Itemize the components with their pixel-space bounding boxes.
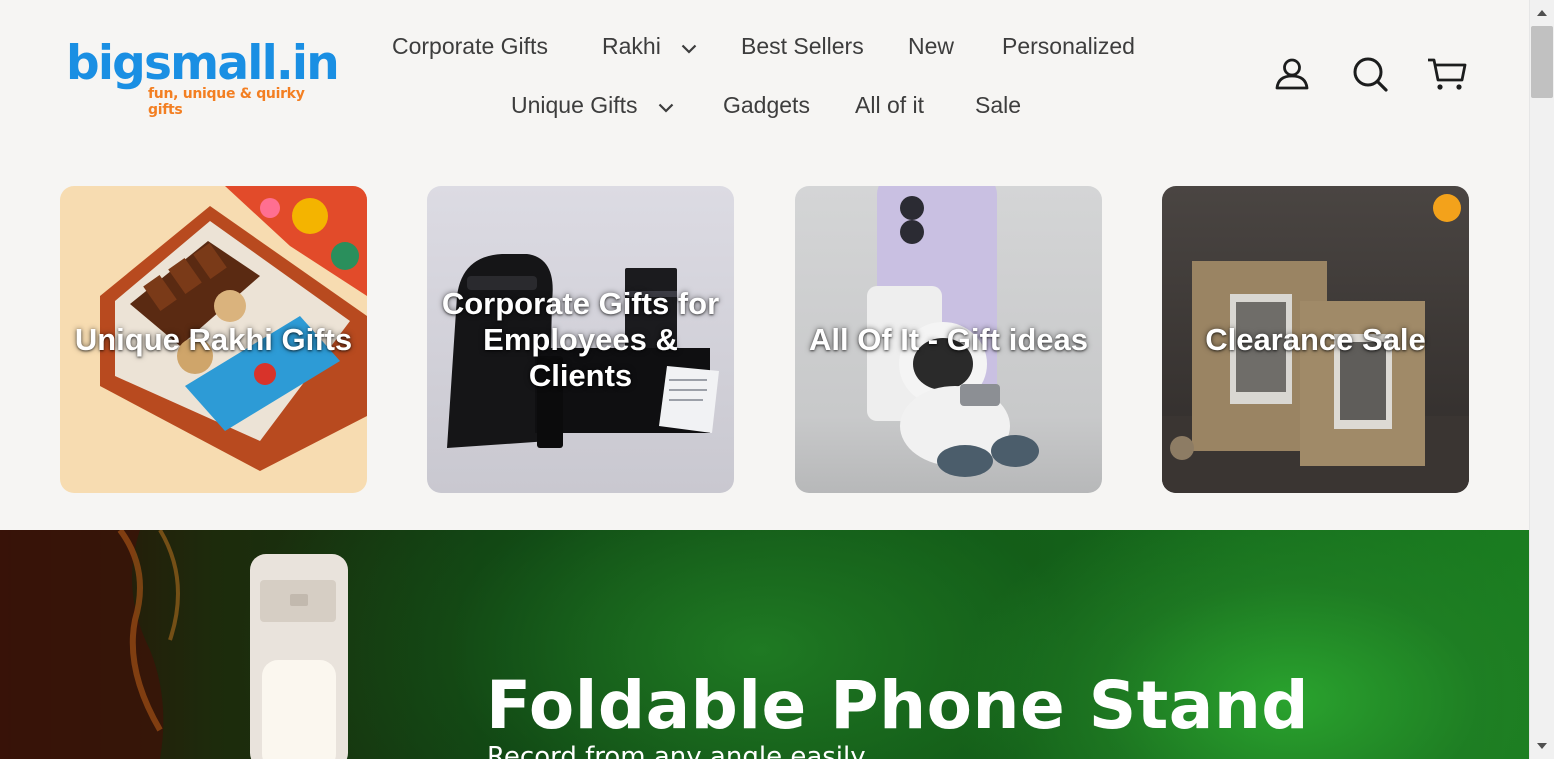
nav-item-new[interactable]: New — [908, 32, 954, 60]
nav-item-unique-gifts[interactable]: Unique Gifts — [511, 91, 674, 119]
category-title: Unique Rakhi Gifts — [74, 321, 353, 357]
hero-title: Foldable Phone Stand — [486, 667, 1310, 744]
category-title: All Of It - Gift ideas — [808, 321, 1088, 357]
nav-item-gadgets[interactable]: Gadgets — [723, 91, 810, 119]
nav-label: Gadgets — [723, 92, 810, 118]
nav-label: All of it — [855, 92, 925, 118]
nav-item-sale[interactable]: Sale — [975, 91, 1021, 119]
nav-label: New — [908, 33, 955, 59]
nav-item-best-sellers[interactable]: Best Sellers — [741, 32, 864, 60]
nav-label: Sale — [975, 92, 1022, 118]
nav-label: Unique Gifts — [511, 92, 638, 118]
category-tile-all-of-it[interactable]: All Of It - Gift ideas — [795, 186, 1102, 493]
brand-name: bigsmall.in — [66, 36, 340, 91]
category-tile-corporate-gifts[interactable]: Corporate Gifts for Employees & Clients — [427, 186, 734, 493]
nav-item-all-of-it[interactable]: All of it — [855, 91, 924, 119]
nav-label: Personalized — [1002, 33, 1135, 59]
hero-subtitle: Record from any angle easily — [487, 742, 866, 759]
nav-item-personalized[interactable]: Personalized — [1002, 32, 1135, 60]
brand-logo[interactable]: bigsmall.in fun, unique & quirky gifts — [66, 36, 340, 119]
hero-banner[interactable]: Foldable Phone Stand Record from any ang… — [0, 530, 1529, 759]
scroll-down-arrow-icon[interactable] — [1536, 741, 1548, 751]
nav-label: Rakhi — [602, 33, 661, 59]
category-title: Corporate Gifts for Employees & Clients — [441, 285, 720, 393]
cart-icon[interactable] — [1427, 54, 1467, 94]
nav-label: Corporate Gifts — [392, 33, 548, 59]
chevron-down-icon — [658, 91, 674, 119]
category-title: Clearance Sale — [1205, 321, 1426, 357]
chevron-down-icon — [681, 32, 697, 60]
search-icon[interactable] — [1350, 54, 1390, 94]
nav-label: Best Sellers — [741, 33, 864, 59]
nav-item-corporate-gifts[interactable]: Corporate Gifts — [392, 32, 548, 60]
page-scrollbar[interactable] — [1529, 0, 1554, 759]
nav-item-rakhi[interactable]: Rakhi — [602, 32, 697, 60]
scroll-up-arrow-icon[interactable] — [1536, 8, 1548, 18]
phone-stand-product-image — [0, 530, 348, 759]
site-header: bigsmall.in fun, unique & quirky gifts C… — [0, 0, 1529, 150]
category-tile-clearance-sale[interactable]: Clearance Sale — [1162, 186, 1469, 493]
category-tile-unique-rakhi-gifts[interactable]: Unique Rakhi Gifts — [60, 186, 367, 493]
scrollbar-thumb[interactable] — [1531, 26, 1553, 98]
account-icon[interactable] — [1272, 54, 1312, 94]
